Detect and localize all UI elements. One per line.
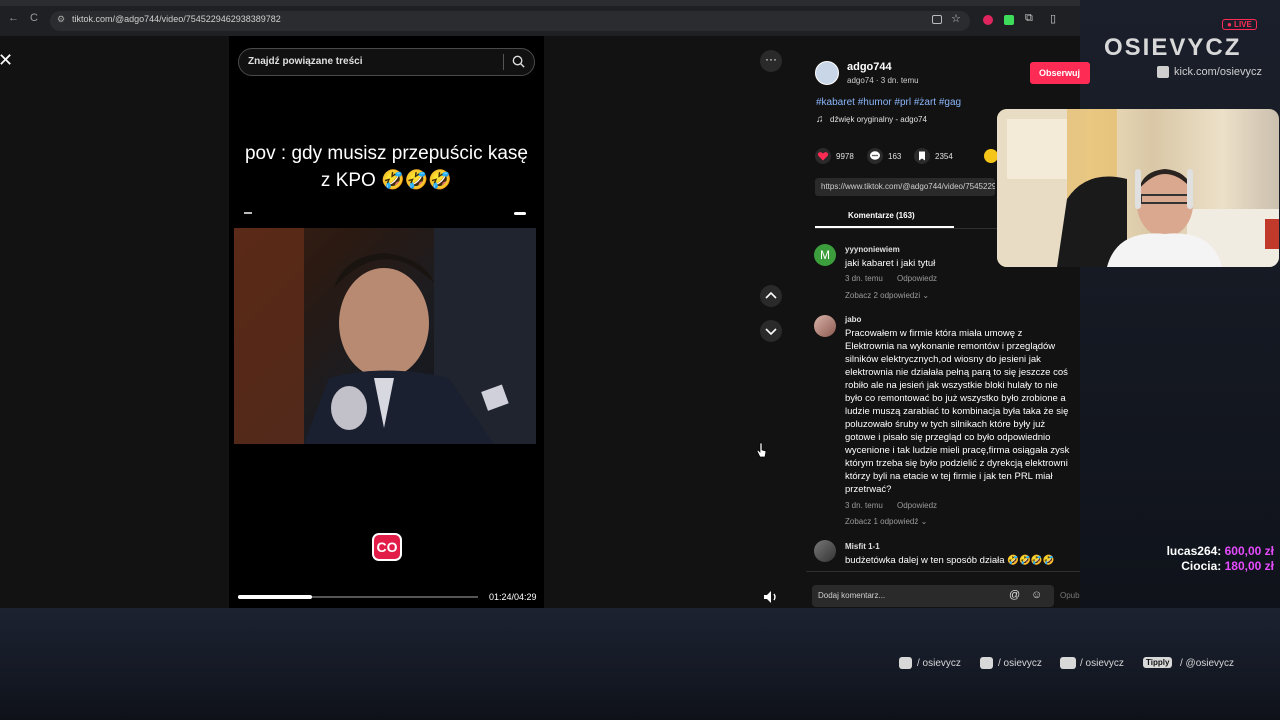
instagram-icon (899, 657, 912, 669)
comment-text: Pracowałem w firmie która miała umowę z … (845, 328, 1070, 495)
comment-time: 3 dn. temu (845, 274, 883, 283)
sidepanel-icon[interactable]: ▯ (1050, 12, 1056, 25)
cast-icon[interactable] (932, 15, 942, 24)
reload-icon[interactable]: C (30, 12, 38, 24)
donation-entry: lucas264: 600,00 zł (1120, 544, 1274, 558)
tiktok-icon (980, 657, 993, 669)
comment-avatar[interactable] (814, 540, 836, 562)
watermark-badge: CO (372, 533, 402, 561)
post-sound[interactable]: dźwięk oryginalny - adgo74 (830, 115, 927, 124)
youtube-icon (1060, 657, 1076, 669)
related-search-placeholder[interactable]: Znajdź powiązane treści (248, 56, 362, 67)
like-count: 9978 (836, 152, 854, 161)
close-icon[interactable]: ✕ (0, 50, 13, 71)
comment-text: budżetówka dalej w ten sposób działa 🤣🤣🤣… (845, 555, 1055, 566)
instagram-handle: / osievycz (917, 658, 961, 669)
bookmark-icon (919, 151, 925, 161)
next-video-button[interactable] (760, 320, 782, 342)
video-frame[interactable] (234, 228, 536, 444)
kick-icon (1157, 66, 1169, 78)
webcam-overlay (997, 109, 1279, 267)
comment-avatar[interactable]: M (814, 244, 836, 266)
follow-button[interactable]: Obserwuj (1030, 62, 1090, 84)
save-count: 2354 (935, 152, 953, 161)
tiktok-handle: / osievycz (998, 658, 1042, 669)
mouse-cursor-icon (757, 442, 767, 458)
donation-name: Ciocia: (1181, 559, 1222, 573)
extension-icon-green[interactable] (1004, 15, 1014, 25)
previous-video-button[interactable] (760, 285, 782, 307)
comment-input-placeholder[interactable]: Dodaj komentarz... (818, 591, 885, 600)
caption-line-2: z KPO 🤣🤣🤣 (320, 170, 453, 191)
comment-username[interactable]: Misfit 1-1 (845, 542, 880, 551)
copy-link-clip: https://www.tiktok.com/@adgo744/video/75… (815, 178, 995, 196)
progress-fill[interactable] (238, 595, 313, 599)
tab-comments[interactable]: Komentarze (163) (848, 211, 915, 220)
search-divider (503, 54, 504, 70)
input-divider (806, 571, 1080, 572)
address-bar-url[interactable]: tiktok.com/@adgo744/video/75452294629383… (72, 14, 281, 24)
donation-name: lucas264: (1166, 544, 1222, 558)
more-options-button[interactable]: ··· (760, 50, 782, 72)
comment-avatar[interactable] (814, 315, 836, 337)
comment-icon (870, 151, 880, 160)
site-info-icon[interactable]: ⚙ (57, 14, 65, 25)
bookmark-star-icon[interactable]: ☆ (951, 12, 961, 25)
view-replies-button[interactable]: Zobacz 1 odpowiedź ⌄ (845, 517, 927, 526)
browser-tabstrip (0, 0, 1080, 6)
comment-button[interactable] (867, 148, 883, 164)
streamer-logo-text: OSIEVYCZ (1104, 34, 1242, 61)
live-badge: ● LIVE (1222, 19, 1257, 30)
post-comment-button[interactable]: Opublikuj (1060, 591, 1080, 600)
mention-icon[interactable]: @ (1009, 589, 1020, 601)
comment-username[interactable]: jabo (845, 315, 861, 324)
chevron-up-icon (765, 291, 777, 299)
copy-link-url[interactable]: https://www.tiktok.com/@adgo744/video/75… (821, 182, 995, 191)
search-icon[interactable] (511, 54, 526, 69)
video-mark-right (514, 212, 526, 215)
post-comment-clip: Opublikuj (1060, 591, 1080, 603)
reply-button[interactable]: Odpowiedz (897, 274, 937, 283)
share-emoji-icon[interactable] (984, 149, 998, 163)
video-caption-text: pov : gdy musisz przepuścic kasę z KPO 🤣… (229, 140, 544, 194)
comment-time: 3 dn. temu (845, 501, 883, 510)
donation-entry: Ciocia: 180,00 zł (1120, 559, 1274, 573)
comment-count: 163 (888, 152, 902, 161)
tipply-handle: / @osievycz (1180, 658, 1235, 669)
view-replies-button[interactable]: Zobacz 2 odpowiedzi ⌄ (845, 291, 929, 300)
caption-line-1: pov : gdy musisz przepuścic kasę (244, 143, 528, 164)
volume-icon[interactable] (762, 589, 780, 605)
donation-amount: 600,00 zł (1224, 544, 1274, 558)
donation-amount: 180,00 zł (1224, 559, 1274, 573)
video-mark-left (244, 212, 252, 214)
chevron-down-icon (765, 328, 777, 336)
author-avatar[interactable] (815, 61, 839, 85)
extensions-puzzle-icon[interactable]: ⧉ (1025, 12, 1033, 25)
author-subline: adgo74 · 3 dn. temu (847, 76, 919, 85)
extension-icon-red[interactable] (983, 15, 993, 25)
youtube-handle: / osievycz (1080, 658, 1124, 669)
video-still-image (234, 228, 536, 444)
post-hashtags[interactable]: #kabaret #humor #prl #żart #gag (816, 97, 961, 108)
like-button[interactable] (815, 148, 831, 164)
reply-button[interactable]: Odpowiedz (897, 501, 937, 510)
tipply-icon: Tipply (1143, 657, 1173, 668)
save-button[interactable] (914, 148, 930, 164)
kick-channel: kick.com/osievycz (1174, 66, 1263, 78)
webcam-image (997, 109, 1279, 267)
emoji-icon[interactable]: ☺ (1031, 589, 1042, 601)
music-note-icon: ♫ (816, 114, 824, 125)
comment-text: jaki kabaret i jaki tytuł (845, 258, 936, 269)
video-time: 01:24/04:29 (489, 592, 537, 602)
heart-icon (817, 152, 829, 161)
comment-username[interactable]: yyynoniewiem (845, 245, 900, 254)
back-icon[interactable]: ← (8, 12, 19, 24)
author-username[interactable]: adgo744 (847, 61, 892, 73)
